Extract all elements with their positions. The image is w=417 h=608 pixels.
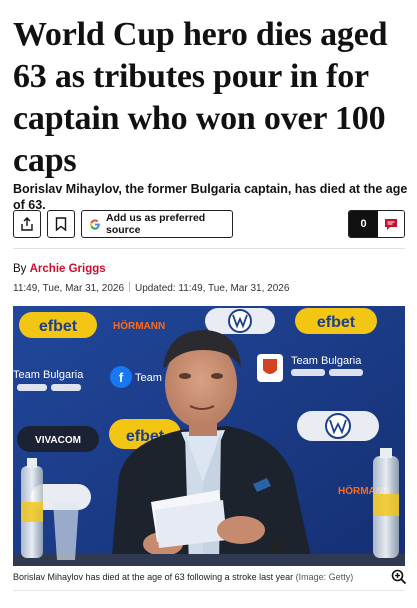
backdrop-team: Team	[135, 372, 162, 384]
updated-date: Updated: 11:49, Tue, Mar 31, 2026	[135, 283, 290, 294]
author-link[interactable]: Archie Griggs	[30, 263, 106, 275]
backdrop-vivacom: VIVACOM	[35, 435, 81, 446]
backdrop-efbet-2: efbet	[317, 314, 356, 331]
comment-icon	[385, 218, 397, 230]
byline: By Archie Griggs	[13, 263, 106, 275]
divider	[13, 248, 405, 249]
article-standfirst: Borislav Mihaylov, the former Bulgaria c…	[13, 182, 408, 212]
divider-bottom	[13, 590, 405, 591]
article-headline: World Cup hero dies aged 63 as tributes …	[13, 16, 388, 179]
article-dates: 11:49, Tue, Mar 31, 2026 Updated: 11:49, …	[13, 282, 289, 294]
comment-count: 0	[349, 211, 378, 237]
caption-text: Borislav Mihaylov has died at the age of…	[13, 572, 294, 582]
share-icon	[21, 217, 33, 231]
byline-prefix: By	[13, 263, 27, 275]
article-actions: Add us as preferred source 0	[13, 210, 405, 238]
date-separator	[129, 282, 131, 292]
backdrop-efbet-1: efbet	[39, 318, 78, 335]
bookmark-button[interactable]	[47, 210, 75, 238]
preferred-source-label: Add us as preferred source	[106, 212, 206, 236]
photo-caption: Borislav Mihaylov has died at the age of…	[13, 572, 383, 582]
backdrop-team-bulgaria-1: Team Bulgaria	[13, 369, 84, 381]
zoom-in-icon[interactable]	[391, 569, 407, 585]
caption-credit: (Image: Getty)	[295, 572, 354, 582]
comments-button[interactable]: 0	[348, 210, 405, 238]
article-photo: efbet HÖRMANN efbet Team Bulgaria f Team…	[13, 306, 405, 566]
bookmark-icon	[55, 217, 67, 231]
svg-text:f: f	[119, 370, 124, 385]
google-icon	[90, 219, 100, 230]
published-date: 11:49, Tue, Mar 31, 2026	[13, 283, 125, 294]
backdrop-hormann: HÖRMANN	[113, 319, 165, 332]
press-conference-photo: efbet HÖRMANN efbet Team Bulgaria f Team…	[13, 306, 405, 566]
preferred-source-button[interactable]: Add us as preferred source	[81, 210, 233, 238]
share-button[interactable]	[13, 210, 41, 238]
backdrop-team-bulgaria-2: Team Bulgaria	[291, 355, 362, 367]
